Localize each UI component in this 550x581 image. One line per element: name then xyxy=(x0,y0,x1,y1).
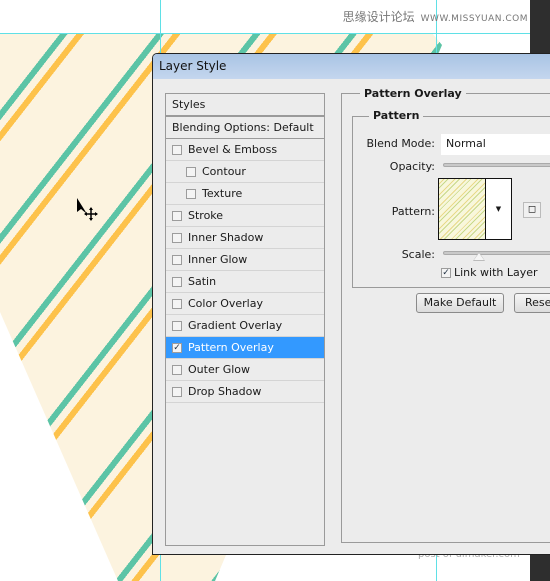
style-item-stroke[interactable]: Stroke xyxy=(166,205,324,227)
style-item-label: Pattern Overlay xyxy=(188,341,274,354)
blend-mode-select[interactable]: Normal xyxy=(441,134,550,155)
make-default-button[interactable]: Make Default xyxy=(416,293,504,313)
style-item-texture[interactable]: Texture xyxy=(166,183,324,205)
checkbox-icon[interactable] xyxy=(172,144,182,155)
scale-slider[interactable] xyxy=(443,251,550,255)
create-new-preset-icon[interactable]: ◻ xyxy=(523,202,541,218)
watermark-top: 思缘设计论坛 WWW.MISSYUAN.COM xyxy=(343,8,528,25)
style-item-label: Inner Glow xyxy=(188,253,248,266)
style-item-pattern-overlay[interactable]: ✓ Pattern Overlay xyxy=(166,337,324,359)
watermark-url: WWW.MISSYUAN.COM xyxy=(420,14,528,24)
link-with-layer-checkbox[interactable]: ✓ Link with Layer xyxy=(441,266,538,279)
style-item-satin[interactable]: Satin xyxy=(166,271,324,293)
checkbox-icon[interactable] xyxy=(172,254,182,265)
style-item-label: Inner Shadow xyxy=(188,231,264,244)
styles-header[interactable]: Styles xyxy=(166,94,324,116)
scale-label: Scale: xyxy=(401,248,435,261)
style-item-contour[interactable]: Contour xyxy=(166,161,324,183)
dark-panel-edge xyxy=(530,0,550,53)
pattern-group: Pattern Blend Mode: Normal Opacity: Patt… xyxy=(352,109,550,288)
pattern-preview xyxy=(439,179,485,239)
style-item-label: Satin xyxy=(188,275,217,288)
style-item-color-overlay[interactable]: Color Overlay xyxy=(166,293,324,315)
style-item-bevel-emboss[interactable]: Bevel & Emboss xyxy=(166,139,324,161)
checkbox-icon[interactable] xyxy=(172,210,182,221)
checkbox-icon[interactable] xyxy=(172,276,182,287)
style-item-label: Color Overlay xyxy=(188,297,263,310)
layer-style-dialog: Layer Style Styles Blending Options: Def… xyxy=(152,53,550,555)
checkbox-icon[interactable] xyxy=(186,166,196,177)
opacity-slider[interactable] xyxy=(443,163,550,167)
checkbox-icon[interactable] xyxy=(186,188,196,199)
group-title: Pattern xyxy=(369,109,424,122)
opacity-label: Opacity: xyxy=(389,160,435,173)
move-cursor-icon xyxy=(77,198,98,221)
pattern-picker[interactable]: ▼ xyxy=(438,178,512,240)
dialog-title[interactable]: Layer Style xyxy=(153,54,550,79)
style-item-outer-glow[interactable]: Outer Glow xyxy=(166,359,324,381)
checkbox-icon[interactable]: ✓ xyxy=(441,267,451,278)
guide-horizontal xyxy=(0,33,530,34)
checkbox-icon[interactable] xyxy=(172,298,182,309)
style-item-inner-glow[interactable]: Inner Glow xyxy=(166,249,324,271)
styles-list: Styles Blending Options: Default Bevel &… xyxy=(165,93,325,546)
panel-title: Pattern Overlay xyxy=(360,87,466,100)
style-item-label: Stroke xyxy=(188,209,224,222)
link-with-layer-label: Link with Layer xyxy=(454,266,538,279)
pattern-label: Pattern: xyxy=(391,205,435,218)
scale-slider-thumb[interactable] xyxy=(473,252,485,261)
checkbox-icon[interactable] xyxy=(172,320,182,331)
style-item-label: Contour xyxy=(202,165,246,178)
style-item-label: Gradient Overlay xyxy=(188,319,283,332)
checkbox-icon[interactable]: ✓ xyxy=(172,342,182,353)
style-item-gradient-overlay[interactable]: Gradient Overlay xyxy=(166,315,324,337)
watermark-cn: 思缘设计论坛 xyxy=(342,10,415,24)
chevron-down-icon[interactable]: ▼ xyxy=(485,179,511,239)
style-item-label: Texture xyxy=(202,187,243,200)
blend-mode-label: Blend Mode: xyxy=(366,137,436,150)
style-item-label: Bevel & Emboss xyxy=(188,143,278,156)
reset-button[interactable]: Reset xyxy=(514,293,550,313)
style-item-inner-shadow[interactable]: Inner Shadow xyxy=(166,227,324,249)
blending-options-item[interactable]: Blending Options: Default xyxy=(166,116,324,139)
checkbox-icon[interactable] xyxy=(172,232,182,243)
checkbox-icon[interactable] xyxy=(172,386,182,397)
checkbox-icon[interactable] xyxy=(172,364,182,375)
style-item-label: Outer Glow xyxy=(188,363,251,376)
dark-panel-edge xyxy=(530,555,550,581)
style-item-label: Drop Shadow xyxy=(188,385,262,398)
style-item-drop-shadow[interactable]: Drop Shadow xyxy=(166,381,324,403)
pattern-overlay-panel: Pattern Overlay Pattern Blend Mode: Norm… xyxy=(341,87,550,543)
